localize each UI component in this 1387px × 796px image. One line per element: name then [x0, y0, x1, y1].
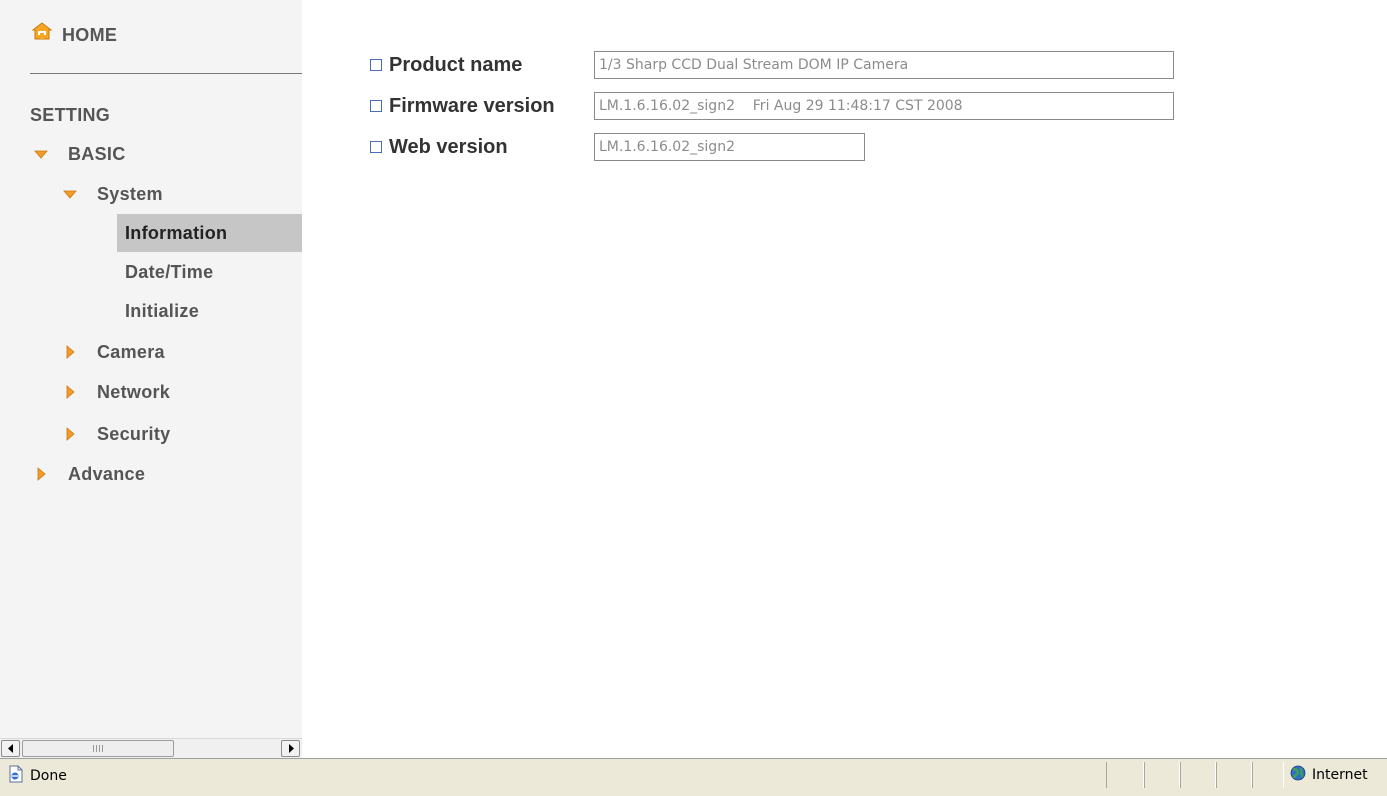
- nav-security-label: Security: [97, 423, 171, 444]
- triangle-right-icon: [34, 467, 48, 481]
- nav-camera[interactable]: Camera: [63, 333, 165, 371]
- scroll-thumb[interactable]: [22, 740, 174, 757]
- nav-information-label: Information: [125, 222, 228, 243]
- status-pane: [1106, 762, 1144, 788]
- nav-basic[interactable]: BASIC: [34, 135, 126, 173]
- home-icon: [31, 22, 53, 40]
- globe-icon: [1290, 765, 1306, 785]
- nav-basic-label: BASIC: [68, 143, 126, 164]
- setting-label: SETTING: [30, 104, 111, 125]
- grip-icon: [93, 745, 103, 752]
- setting-heading: SETTING: [30, 96, 110, 134]
- nav-home-label: HOME: [62, 24, 118, 45]
- nav-system[interactable]: System: [63, 175, 163, 213]
- nav-network[interactable]: Network: [63, 373, 170, 411]
- triangle-right-icon: [63, 345, 77, 359]
- status-pane: [1144, 762, 1180, 788]
- square-bullet-icon: [370, 141, 382, 153]
- nav-network-label: Network: [97, 381, 171, 402]
- nav-initialize[interactable]: Initialize: [125, 292, 199, 330]
- status-bar: Done Internet: [0, 758, 1387, 796]
- nav-camera-label: Camera: [97, 341, 165, 362]
- scroll-right-button[interactable]: [281, 740, 300, 757]
- web-version-label: Web version: [389, 135, 508, 158]
- nav-datetime[interactable]: Date/Time: [125, 253, 213, 291]
- web-version-row: Web version: [370, 131, 865, 163]
- sidebar: HOME SETTING BASIC System Information Da…: [0, 0, 302, 738]
- nav-home[interactable]: HOME: [31, 18, 118, 52]
- main-content: Product name Firmware version Web versio…: [302, 0, 1387, 758]
- ie-page-icon: [8, 765, 24, 787]
- triangle-right-icon: [63, 385, 77, 399]
- status-pane: [1216, 762, 1252, 788]
- chevron-right-icon: [288, 744, 294, 753]
- zone-text: Internet: [1312, 767, 1368, 783]
- nav-initialize-label: Initialize: [125, 300, 200, 321]
- firmware-version-row: Firmware version: [370, 90, 1174, 122]
- browser-window: HOME SETTING BASIC System Information Da…: [0, 0, 1387, 796]
- square-bullet-icon: [370, 100, 382, 112]
- status-text: Done: [30, 768, 67, 784]
- triangle-right-icon: [63, 427, 77, 441]
- status-pane: [1180, 762, 1216, 788]
- firmware-version-field[interactable]: [594, 92, 1174, 120]
- status-pane: [1252, 762, 1284, 788]
- status-text-area: Done: [8, 765, 67, 787]
- firmware-version-label: Firmware version: [389, 94, 555, 117]
- product-name-label: Product name: [389, 53, 523, 76]
- triangle-down-icon: [34, 147, 48, 161]
- nav-security[interactable]: Security: [63, 415, 170, 453]
- security-zone[interactable]: Internet: [1290, 765, 1368, 785]
- square-bullet-icon: [370, 59, 382, 71]
- sidebar-horizontal-scrollbar[interactable]: [0, 738, 302, 759]
- product-name-field[interactable]: [594, 51, 1174, 79]
- sidebar-divider: [30, 73, 302, 74]
- triangle-down-icon: [63, 187, 77, 201]
- scroll-left-button[interactable]: [1, 740, 20, 757]
- nav-datetime-label: Date/Time: [125, 261, 214, 282]
- nav-system-label: System: [97, 183, 163, 204]
- product-name-row: Product name: [370, 49, 1174, 81]
- nav-advance-label: Advance: [68, 463, 146, 484]
- web-version-field[interactable]: [594, 133, 865, 161]
- chevron-left-icon: [7, 744, 13, 753]
- nav-advance[interactable]: Advance: [34, 455, 145, 493]
- nav-information[interactable]: Information: [117, 214, 302, 252]
